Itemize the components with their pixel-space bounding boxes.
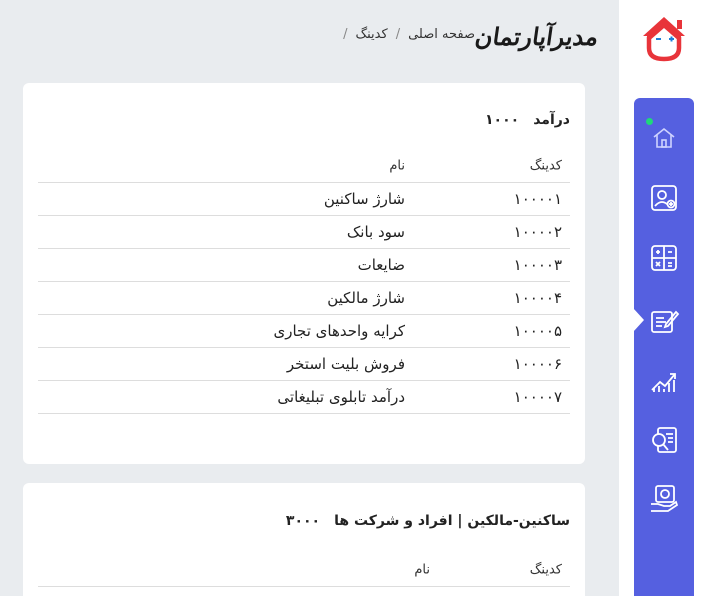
row-name: کرایه واحدهای تجاری [273,322,405,340]
row-code: ۱۰۰۰۰۷ [513,388,562,406]
table-row[interactable]: ۱۰۰۰۰۱ شارژ ساکنین [38,183,570,216]
document-search-icon [652,427,677,453]
card-title: درآمد ۱۰۰۰ [485,112,570,128]
sidebar [633,98,694,596]
sidebar-item-users[interactable] [634,174,694,222]
table-header: کدینگ نام [38,553,570,587]
table-row[interactable]: ۱۰۰۰۰۷ درآمد تابلوی تبلیغاتی [38,381,570,414]
header-name: نام [389,158,405,173]
residents-card: ساکنین-مالکین | افراد و شرکت ها ۳۰۰۰ کدی… [23,483,585,596]
sidebar-item-reports[interactable] [634,356,694,404]
calculator-icon [651,245,677,271]
row-name: ضایعات [357,256,405,274]
user-add-icon [651,185,677,211]
brand-logo[interactable]: مدیرآپارتمان [473,22,600,58]
sidebar-item-payments[interactable] [634,474,694,522]
row-name: سود بانک [346,223,405,241]
home-icon [653,127,675,148]
row-name: شارژ مالکین [327,289,405,307]
breadcrumb-home[interactable]: صفحه اصلی [408,27,475,42]
card-title-code: ۳۰۰۰ [285,513,321,529]
table-row[interactable]: ۱۰۰۰۰۶ فروش بلیت استخر [38,348,570,381]
row-code: ۱۰۰۰۰۲ [513,223,562,241]
row-code: ۱۰۰۰۰۳ [513,256,562,274]
income-table: کدینگ نام ۱۰۰۰۰۱ شارژ ساکنین ۱۰۰۰۰۲ سود … [38,149,570,414]
house-logo-icon[interactable] [640,14,688,62]
sidebar-item-search-docs[interactable] [634,416,694,464]
header-code: کدینگ [529,562,562,577]
table-row[interactable]: ۱۰۰۰۰۲ سود بانک [38,216,570,249]
sidebar-item-home[interactable] [634,114,694,162]
table-row[interactable]: ۱۰۰۰۰۴ شارژ مالکین [38,282,570,315]
row-name: شارژ ساکنین [323,190,405,208]
sidebar-item-calculator[interactable] [634,234,694,282]
income-card: درآمد ۱۰۰۰ کدینگ نام ۱۰۰۰۰۱ شارژ ساکنین … [23,83,585,464]
breadcrumb-coding[interactable]: کدینگ [356,27,388,42]
growth-chart-icon [651,373,676,392]
row-name: فروش بلیت استخر [286,355,405,373]
table-header: کدینگ نام [38,149,570,183]
card-title: ساکنین-مالکین | افراد و شرکت ها ۳۰۰۰ [286,513,570,529]
card-title-text: ساکنین-مالکین | افراد و شرکت ها [334,513,570,529]
row-code: ۱۰۰۰۰۱ [513,190,562,208]
breadcrumb-separator: / [395,27,401,42]
edit-document-icon [651,310,680,333]
row-name: درآمد تابلوی تبلیغاتی [277,388,405,406]
header-code: کدینگ [529,158,562,173]
money-hand-icon [651,485,679,512]
row-code: ۱۰۰۰۰۴ [513,289,562,307]
card-title-text: درآمد [533,112,570,128]
row-code: ۱۰۰۰۰۶ [513,355,562,373]
row-code: ۱۰۰۰۰۵ [513,322,562,340]
active-indicator [633,308,644,332]
breadcrumb-separator: / [343,27,348,42]
residents-table: کدینگ نام [38,553,570,587]
table-row[interactable]: ۱۰۰۰۰۳ ضایعات [38,249,570,282]
card-title-code: ۱۰۰۰ [485,112,520,128]
header-name: نام [414,562,430,577]
breadcrumb: صفحه اصلی / کدینگ / [343,27,475,42]
table-row[interactable]: ۱۰۰۰۰۵ کرایه واحدهای تجاری [38,315,570,348]
